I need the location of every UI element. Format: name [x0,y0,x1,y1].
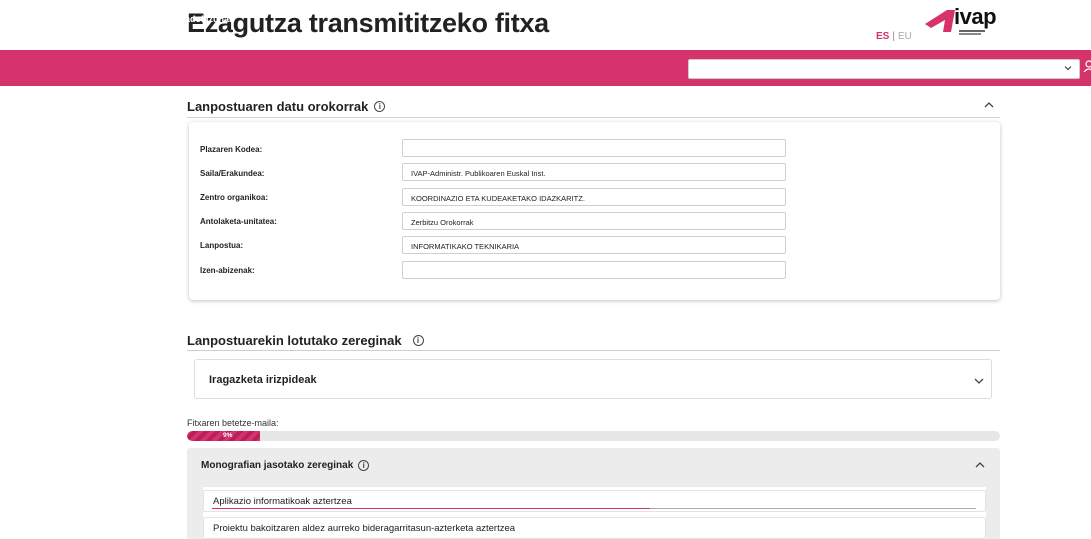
monograph-tasks-title: Monografian jasotako zereginak i [201,460,370,471]
tasks-section-title-text: Lanpostuarekin lotutako zereginak [187,333,402,348]
field-label-plazaren-kodea: Plazaren Kodea: [200,145,263,154]
task-item-underline [650,508,976,509]
info-icon[interactable]: i [374,101,386,112]
comment-icon [166,14,176,24]
field-label-saila-erakundea: Saila/Erakundea: [200,169,265,178]
saila-erakundea-value: IVAP-Administr. Publikoaren Euskal Inst. [411,169,546,178]
field-label-izen-abizenak: Izen-abizenak: [200,266,255,275]
nav-tab-fitxen-historikoa[interactable]: Fitxen historikoa [69,12,154,26]
field-label-zentro-organikoa: Zentro organikoa: [200,193,269,202]
edit-icon [19,13,29,22]
section-divider [187,117,1000,118]
lanpostua-value: INFORMATIKAKO TEKNIKARIA [411,242,520,251]
field-label-lanpostua: Lanpostua: [200,241,244,250]
completion-label: Fitxaren betetze-maila: [187,418,279,428]
page-title: Ezagutza transmititzeko fitxa [187,8,549,38]
nav-tab-fitxen-historikoa-label: Fitxen historikoa [82,14,155,24]
chevron-up-icon[interactable] [983,99,995,111]
user-icon[interactable] [1083,60,1091,72]
filter-criteria-accordion[interactable]: Iragazketa irizpideak [194,359,992,399]
chevron-down-icon [1064,66,1072,71]
completion-progress-bar: 9% [187,431,1000,441]
completion-percent-text: 9% [223,432,233,439]
zentro-organikoa-value: KOORDINAZIO ETA KUDEAKETAKO IDAZKARITZ. [411,194,585,203]
field-label-antolaketa-unitatea: Antolaketa-unitatea: [200,217,277,226]
ivap-logo: ivap [925,4,1005,38]
plazaren-kodea-field[interactable] [402,139,786,157]
page-header: Ezagutza transmititzeko fitxa ES | EU ivap [0,0,1091,50]
antolaketa-unitatea-field[interactable]: Zerbitzu Orokorrak [402,212,786,230]
filter-criteria-label: Iragazketa irizpideak [209,374,317,386]
task-item-underline [212,508,650,509]
nav-tab-fitxa-label: Fitxa [32,12,54,23]
nav-tab-iradokizunak-label: Iradokizunak [179,14,235,24]
logo-subtitle-line [959,33,981,35]
saila-erakundea-field[interactable]: IVAP-Administr. Publikoaren Euskal Inst. [402,163,786,181]
chevron-up-icon[interactable] [974,459,986,471]
zentro-organikoa-field[interactable]: KOORDINAZIO ETA KUDEAKETAKO IDAZKARITZ. [402,188,786,206]
info-icon[interactable]: i [412,335,424,346]
lanpostua-field[interactable]: INFORMATIKAKO TEKNIKARIA [402,236,786,254]
lang-eu-link[interactable]: EU [898,31,912,42]
monograph-tasks-title-text: Monografian jasotako zereginak [201,460,354,471]
task-list-item[interactable]: Proiektu bakoitzaren aldez aurreko bider… [203,517,986,539]
lang-separator: | [892,31,895,42]
nav-tab-fitxa[interactable]: Fitxa [14,9,59,26]
general-section-title: Lanpostuaren datu orokorrak i [187,99,386,114]
info-icon[interactable]: i [358,460,370,471]
language-switcher: ES | EU [876,31,912,42]
lang-es-link[interactable]: ES [876,31,889,42]
tasks-section-title: Lanpostuarekin lotutako zereginak i [187,333,424,348]
list-icon [69,15,79,23]
chevron-down-icon[interactable] [973,375,985,387]
navbar-select[interactable] [688,59,1080,79]
logo-subtitle-line [959,30,985,32]
general-section-title-text: Lanpostuaren datu orokorrak [187,99,369,114]
nav-tab-iradokizunak[interactable]: Iradokizunak [166,12,234,26]
izen-abizenak-field[interactable] [402,261,786,279]
ivap-brand-text: ivap [954,4,997,29]
section-divider [187,350,1000,351]
task-item-text: Proiektu bakoitzaren aldez aurreko bider… [213,523,516,534]
task-list-item[interactable]: Aplikazio informatikoak aztertzea [203,490,986,512]
task-item-text: Aplikazio informatikoak aztertzea [213,496,352,507]
ivap-logo-mark-icon [925,10,955,32]
antolaketa-unitatea-value: Zerbitzu Orokorrak [411,218,474,227]
